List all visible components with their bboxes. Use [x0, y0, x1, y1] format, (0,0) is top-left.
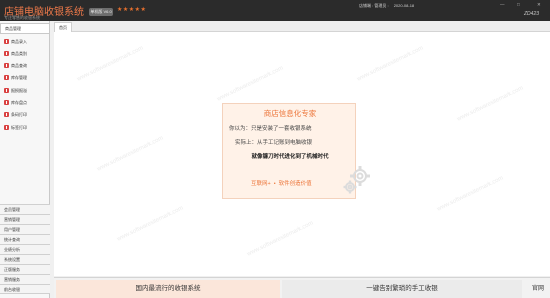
category-marketing[interactable]: 营销管理 — [0, 214, 50, 224]
login-info: 店铺端 : 管理员 : 2020-08-18 — [359, 3, 414, 9]
watermark: www.softwaresitemark.com — [216, 65, 285, 103]
category-license-service[interactable]: 正版服务 — [0, 264, 50, 274]
bottom-banner-left[interactable]: 国内最流行的收银系统 — [56, 280, 280, 298]
sidebar-item-barcode-print[interactable]: 条码打印 — [4, 111, 48, 119]
sidebar-item-product-entry[interactable]: 商品录入 — [4, 38, 48, 46]
category-statistics[interactable]: 统计查询 — [0, 234, 50, 244]
watermark: www.softwaresitemark.com — [246, 220, 315, 258]
product-search-icon — [4, 63, 9, 68]
watermark: www.softwaresitemark.com — [76, 45, 145, 83]
maximize-button[interactable]: □ — [517, 2, 520, 8]
sidebar-item-label: 商品类别 — [11, 51, 27, 56]
category-icon — [4, 51, 9, 56]
watermark: www.softwaresitemark.com — [436, 175, 505, 213]
category-performance[interactable]: 业绩分析 — [0, 244, 50, 254]
sidebar-item-stocktake[interactable]: 库存盘点 — [4, 99, 48, 107]
tab-home[interactable]: 首页 — [54, 22, 72, 32]
category-front-cashier[interactable]: 前台收银 — [0, 284, 50, 294]
label-print-icon — [4, 125, 9, 130]
promo-links: 互联网+ • 软件创造价值 — [251, 181, 312, 187]
sidebar-item-label: 标签打印 — [11, 125, 27, 130]
rating-stars: ★★★★★ — [117, 7, 147, 13]
sidebar-item-label: 库存管理 — [11, 75, 27, 80]
sidebar-item-label: 报损报溢 — [11, 88, 27, 93]
minimize-button[interactable]: — — [500, 2, 505, 8]
category-settings[interactable]: 系统设置 — [0, 254, 50, 264]
sidebar-item-label: 商品查询 — [11, 63, 27, 68]
promo-line-1: 你以为：只是安装了一套收银系统 — [229, 126, 312, 132]
promo-title: 商店信息化专家 — [263, 109, 317, 118]
watermark: www.softwaresitemark.com — [116, 205, 185, 243]
sidebar-item-inventory[interactable]: 库存管理 — [4, 74, 48, 82]
sidebar-header[interactable]: 商品管理 — [0, 23, 50, 34]
watermark: www.softwaresitemark.com — [456, 85, 525, 123]
official-site-link[interactable]: 官网 — [526, 280, 550, 298]
login-date: 2020-08-18 — [393, 3, 415, 8]
category-users[interactable]: 用户管理 — [0, 224, 50, 234]
category-marketing-service[interactable]: 营销服务 — [0, 274, 50, 284]
sidebar: 商品管理 商品录入 商品类别 商品查询 库存管理 报损报溢 库存盘点 条码打印 … — [0, 21, 50, 298]
internet-plus-link[interactable]: 互联网+ — [251, 181, 271, 187]
sidebar-item-label: 库存盘点 — [11, 100, 27, 105]
close-button[interactable]: ✕ — [537, 2, 541, 8]
bottom-banner: 国内最流行的收银系统 一键告别繁琐的手工收银 官网 — [54, 277, 550, 298]
promo-slogan: 就像镰刀时代进化到了机械时代 — [251, 154, 329, 160]
operator-label: 店铺端 : 管理员 : — [359, 3, 389, 8]
gear-icon — [343, 166, 370, 194]
bottom-banner-right[interactable]: 一键告别繁琐的手工收银 — [282, 280, 522, 298]
watermark: www.softwaresitemark.com — [356, 45, 425, 83]
stocktake-icon — [4, 100, 9, 105]
sidebar-item-loss-report[interactable]: 报损报溢 — [4, 87, 48, 95]
sidebar-item-label-print[interactable]: 标签打印 — [4, 124, 48, 132]
watermark: www.softwaresitemark.com — [96, 135, 165, 173]
edition-badge: 单机版 V6.0 — [89, 8, 113, 16]
sidebar-item-label: 条码打印 — [11, 112, 27, 117]
inventory-icon — [4, 75, 9, 80]
version-label: ZD423 — [524, 11, 540, 17]
promo-panel: 商店信息化专家 你以为：只是安装了一套收银系统 实际上：从手工记账到电脑收银 就… — [222, 103, 356, 199]
sidebar-item-category[interactable]: 商品类别 — [4, 50, 48, 58]
category-member[interactable]: 会员管理 — [0, 204, 50, 214]
software-value-link[interactable]: 软件创造价值 — [279, 181, 312, 187]
sidebar-item-product-search[interactable]: 商品查询 — [4, 62, 48, 70]
tab-strip: 首页 — [54, 21, 550, 32]
title-bar: 店铺电脑收银系统 专注零售的收银系统 单机版 V6.0 ★★★★★ 店铺端 : … — [0, 0, 550, 21]
barcode-print-icon — [4, 112, 9, 117]
sidebar-item-label: 商品录入 — [11, 39, 27, 44]
window-controls: — □ ✕ — [453, 2, 549, 8]
promo-line-2: 实际上：从手工记账到电脑收银 — [235, 140, 313, 146]
loss-report-icon — [4, 88, 9, 93]
product-entry-icon — [4, 39, 9, 44]
